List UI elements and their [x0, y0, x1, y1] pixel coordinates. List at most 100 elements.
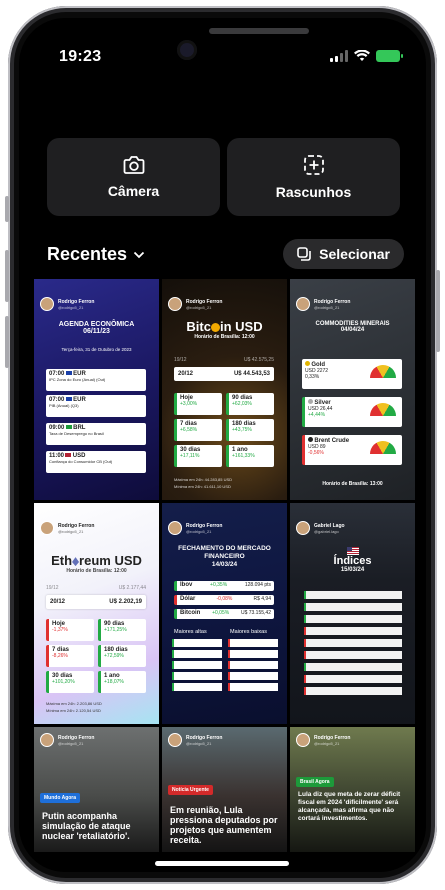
avatar [168, 733, 182, 747]
author-handle: @rodrigo5_21 [186, 740, 212, 746]
stat-value: +171,25% [104, 627, 127, 633]
status-time: 19:23 [59, 48, 102, 65]
post-title-part: Bitc [186, 319, 211, 334]
battery-icon [376, 50, 403, 62]
post-title-part: in USD [219, 319, 263, 334]
post-header: Rodrigo Ferron @rodrigo5_21 [34, 279, 159, 311]
wifi-icon [354, 50, 370, 61]
post-title: FECHAMENTO DO MERCADO FINANCEIRO [178, 545, 271, 560]
br-flag-icon [65, 425, 72, 429]
avatar [40, 297, 54, 311]
commodity-card: Brent Crude USD 89 -0,56% [302, 435, 402, 465]
stat-value: +161,33% [232, 453, 255, 459]
post-date: 04/04/24 [340, 327, 365, 333]
current-price-row: 20/12 U$ 2.202,19 [46, 595, 146, 609]
top-gainers-label: Maiores altas [174, 629, 207, 635]
news-headline: Em reunião, Lula pressiona deputados por… [170, 805, 278, 845]
thumbnail-commodities-minerais[interactable]: Rodrigo Ferron @rodrigo5_21 COMMODITIES … [290, 279, 415, 500]
news-tag: Mundo Agora [40, 793, 81, 803]
post-title: Índices [333, 555, 372, 567]
list-item [228, 672, 278, 680]
current-price-row: 20/12 U$ 44.543,53 [174, 367, 274, 381]
daily-max: Máxima em 24h: 44.283,85 USD [174, 477, 233, 482]
current-date: 20/12 [50, 599, 66, 605]
avatar [40, 521, 54, 535]
eu-flag-icon [65, 371, 72, 375]
recent-media-grid: Rodrigo Ferron @rodrigo5_21 AGENDA ECONÔ… [34, 279, 416, 852]
list-item [172, 683, 222, 691]
thumbnail-ethereum-usd[interactable]: Rodrigo Ferron @rodrigo5_21 Eth reum USD … [34, 503, 159, 724]
post-header: Rodrigo Ferron @rodrigo5_21 [34, 503, 159, 535]
top-losers-list [228, 639, 278, 694]
stat-value: +62,03% [232, 401, 252, 407]
news-tag: Notícia Urgente [168, 785, 213, 795]
list-item [304, 651, 402, 659]
market-value: 128.094 pts [244, 582, 271, 588]
previous-date: 19/12 [46, 585, 59, 591]
thumbnail-news-lula-reuniao[interactable]: Rodrigo Ferron @rodrigo5_21 Notícia Urge… [162, 727, 287, 852]
thumbnail-agenda-economica[interactable]: Rodrigo Ferron @rodrigo5_21 AGENDA ECONÔ… [34, 279, 159, 500]
post-date: 06/11/23 [83, 328, 110, 335]
commodity-card: Gold USD 2272 0,33% [302, 359, 402, 389]
stat-value: +43,75% [232, 427, 252, 433]
thumbnail-news-putin[interactable]: Rodrigo Ferron @rodrigo5_21 Mundo Agora … [34, 727, 159, 852]
screen: 19:23 Câmera Rascunhos Recentes Selecion… [19, 18, 426, 872]
post-date: 15/03/24 [340, 567, 365, 573]
commodity-card: Silver USD 26,44 +4,44% [302, 397, 402, 427]
author-handle: @rodrigo5_21 [58, 528, 84, 534]
stat-box: 30 dias +17,11% [174, 445, 222, 467]
stats-grid: Hoje +3,00% 90 dias +62,03% 7 dias +6,58% 1… [174, 393, 274, 467]
status-icons [330, 50, 403, 62]
previous-date: 19/12 [174, 357, 187, 363]
post-subtitle: Horário de Brasília: 12:00 [66, 568, 127, 574]
speaker-slot [209, 28, 309, 34]
market-change: +0,35% [210, 582, 228, 588]
post-header: Rodrigo Ferron @rodrigo5_21 [162, 279, 287, 311]
home-indicator[interactable] [155, 861, 289, 866]
avatar [296, 297, 310, 311]
author-handle: @gabriel.lago [314, 528, 339, 534]
current-price: U$ 2.202,19 [109, 599, 142, 605]
stat-box: 180 dias +43,75% [226, 419, 274, 441]
eu-flag-icon [65, 397, 72, 401]
camera-tile-label: Câmera [107, 183, 160, 199]
stat-value: +6,58% [180, 427, 198, 433]
gauge-icon [370, 441, 396, 454]
power-button [436, 270, 440, 352]
chevron-down-icon [133, 251, 145, 258]
market-name: Bitcoin [180, 610, 201, 616]
previous-price: U$ 2.177,44 [118, 585, 146, 591]
thumbnail-bitcoin-usd[interactable]: Rodrigo Ferron @rodrigo5_21 Bitc in USD H… [162, 279, 287, 500]
select-button[interactable]: Selecionar [283, 239, 404, 269]
thumbnail-news-lula-deficit[interactable]: Rodrigo Ferron @rodrigo5_21 Brasil Agora… [290, 727, 415, 852]
thumbnail-fechamento-mercado[interactable]: Rodrigo Ferron @rodrigo5_21 FECHAMENTO D… [162, 503, 287, 724]
avatar [168, 521, 182, 535]
gauge-icon [370, 365, 396, 378]
avatar [168, 297, 182, 311]
post-title: Eth reum USD [34, 553, 159, 568]
stat-box: Hoje -1,37% [46, 619, 94, 641]
commodity-change: 0,33% [305, 374, 320, 380]
market-name: Dólar [180, 596, 196, 602]
silver-icon [308, 399, 313, 404]
stat-box: 1 ano +18,07% [98, 671, 146, 693]
post-title: Bitc in USD [162, 319, 287, 334]
current-price: U$ 44.543,53 [233, 371, 270, 377]
news-headline: Putin acompanha simulação de ataque nucl… [42, 811, 131, 841]
post-date: 14/03/24 [211, 561, 238, 568]
avatar [296, 521, 310, 535]
thumbnail-indices[interactable]: Gabriel Lago @gabriel.lago Índices 15/03… [290, 503, 415, 724]
stat-box: 90 dias +62,03% [226, 393, 274, 415]
recents-dropdown[interactable]: Recentes [47, 244, 145, 265]
list-item [172, 661, 222, 669]
camera-icon [123, 156, 144, 174]
post-subtitle: Terça-feira, 31 de Outubro de 2023 [61, 347, 132, 352]
post-footer: Horário de Brasília: 13:00 [322, 481, 383, 487]
drafts-tile[interactable]: Rascunhos [227, 138, 400, 216]
list-item [228, 661, 278, 669]
post-header: Rodrigo Ferron @rodrigo5_21 [34, 727, 159, 747]
camera-tile[interactable]: Câmera [47, 138, 220, 216]
drafts-tile-label: Rascunhos [275, 184, 352, 200]
volume-up-button [5, 250, 9, 302]
news-tag: Brasil Agora [296, 777, 334, 787]
